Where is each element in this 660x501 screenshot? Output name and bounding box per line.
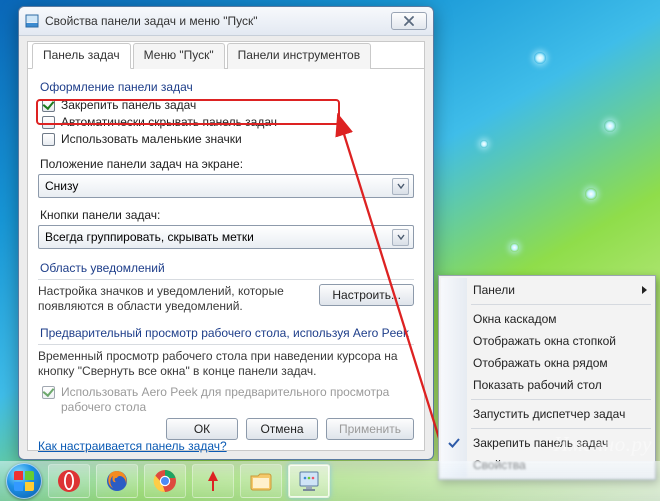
group-aero-title: Предварительный просмотр рабочего стола,… — [40, 326, 414, 340]
pinned-explorer[interactable] — [240, 464, 282, 498]
taskbar[interactable] — [0, 461, 660, 501]
customize-button[interactable]: Настроить... — [319, 284, 414, 306]
dialog-buttons: ОК Отмена Применить — [166, 418, 414, 440]
pinned-chrome[interactable] — [144, 464, 186, 498]
group-notif-title: Область уведомлений — [40, 261, 414, 275]
autohide-label: Автоматически скрывать панель задач — [61, 115, 277, 130]
opera-icon — [57, 469, 81, 493]
small-icons-label: Использовать маленькие значки — [61, 132, 242, 147]
autohide-row[interactable]: Автоматически скрывать панель задач — [42, 115, 414, 130]
titlebar[interactable]: Свойства панели задач и меню "Пуск" — [19, 7, 433, 36]
lock-taskbar-label: Закрепить панель задач — [61, 98, 196, 113]
mi-stack[interactable]: Отображать окна стопкой — [441, 330, 653, 352]
start-button[interactable] — [6, 463, 42, 499]
mi-taskmgr[interactable]: Запустить диспетчер задач — [441, 403, 653, 425]
tab-page-taskbar: Оформление панели задач Закрепить панель… — [38, 76, 414, 404]
ok-button[interactable]: ОК — [166, 418, 238, 440]
apply-button[interactable]: Применить — [326, 418, 414, 440]
control-panel-icon — [297, 469, 321, 493]
pinned-yandex[interactable] — [192, 464, 234, 498]
position-value: Снизу — [45, 179, 78, 193]
notif-desc: Настройка значков и уведомлений, которые… — [38, 284, 309, 314]
aero-peek-row: Использовать Aero Peek для предварительн… — [42, 385, 414, 415]
help-link[interactable]: Как настраивается панель задач? — [38, 439, 227, 453]
chrome-icon — [153, 469, 177, 493]
position-label: Положение панели задач на экране: — [40, 157, 414, 171]
tab-bar: Панель задач Меню "Пуск" Панели инструме… — [28, 42, 424, 69]
small-icons-row[interactable]: Использовать маленькие значки — [42, 132, 414, 147]
chevron-down-icon — [392, 178, 409, 195]
tab-taskbar[interactable]: Панель задач — [32, 43, 131, 69]
mi-lock-taskbar[interactable]: Закрепить панель задач — [441, 432, 653, 454]
pinned-firefox[interactable] — [96, 464, 138, 498]
aero-peek-label: Использовать Aero Peek для предварительн… — [61, 385, 414, 415]
folder-icon — [249, 469, 273, 493]
mi-show-desktop[interactable]: Показать рабочий стол — [441, 374, 653, 396]
firefox-icon — [105, 469, 129, 493]
tab-start-menu[interactable]: Меню "Пуск" — [133, 43, 225, 69]
window-title: Свойства панели задач и меню "Пуск" — [45, 14, 391, 28]
mi-side-by-side[interactable]: Отображать окна рядом — [441, 352, 653, 374]
dialog-body: Панель задач Меню "Пуск" Панели инструме… — [27, 41, 425, 451]
buttons-combo[interactable]: Всегда группировать, скрывать метки — [38, 225, 414, 249]
mi-cascade[interactable]: Окна каскадом — [441, 308, 653, 330]
buttons-label: Кнопки панели задач: — [40, 208, 414, 222]
taskbar-context-menu: Панели Окна каскадом Отображать окна сто… — [438, 275, 656, 480]
lock-taskbar-checkbox[interactable] — [42, 99, 55, 112]
group-appearance-title: Оформление панели задач — [40, 80, 414, 94]
taskbar-properties-dialog: Свойства панели задач и меню "Пуск" Пане… — [18, 6, 434, 460]
chevron-down-icon — [392, 229, 409, 246]
tab-toolbars[interactable]: Панели инструментов — [227, 43, 371, 69]
buttons-value: Всегда группировать, скрывать метки — [45, 230, 254, 244]
aero-peek-checkbox — [42, 386, 55, 399]
pinned-control-panel[interactable] — [288, 464, 330, 498]
close-button[interactable] — [391, 12, 427, 30]
check-icon — [447, 436, 461, 450]
pinned-opera[interactable] — [48, 464, 90, 498]
position-combo[interactable]: Снизу — [38, 174, 414, 198]
mi-panels[interactable]: Панели — [441, 279, 653, 301]
aero-desc: Временный просмотр рабочего стола при на… — [38, 349, 414, 379]
yandex-icon — [201, 469, 225, 493]
window-icon — [25, 14, 39, 28]
cancel-button[interactable]: Отмена — [246, 418, 318, 440]
small-icons-checkbox[interactable] — [42, 133, 55, 146]
autohide-checkbox[interactable] — [42, 116, 55, 129]
lock-taskbar-row[interactable]: Закрепить панель задач — [42, 98, 414, 113]
